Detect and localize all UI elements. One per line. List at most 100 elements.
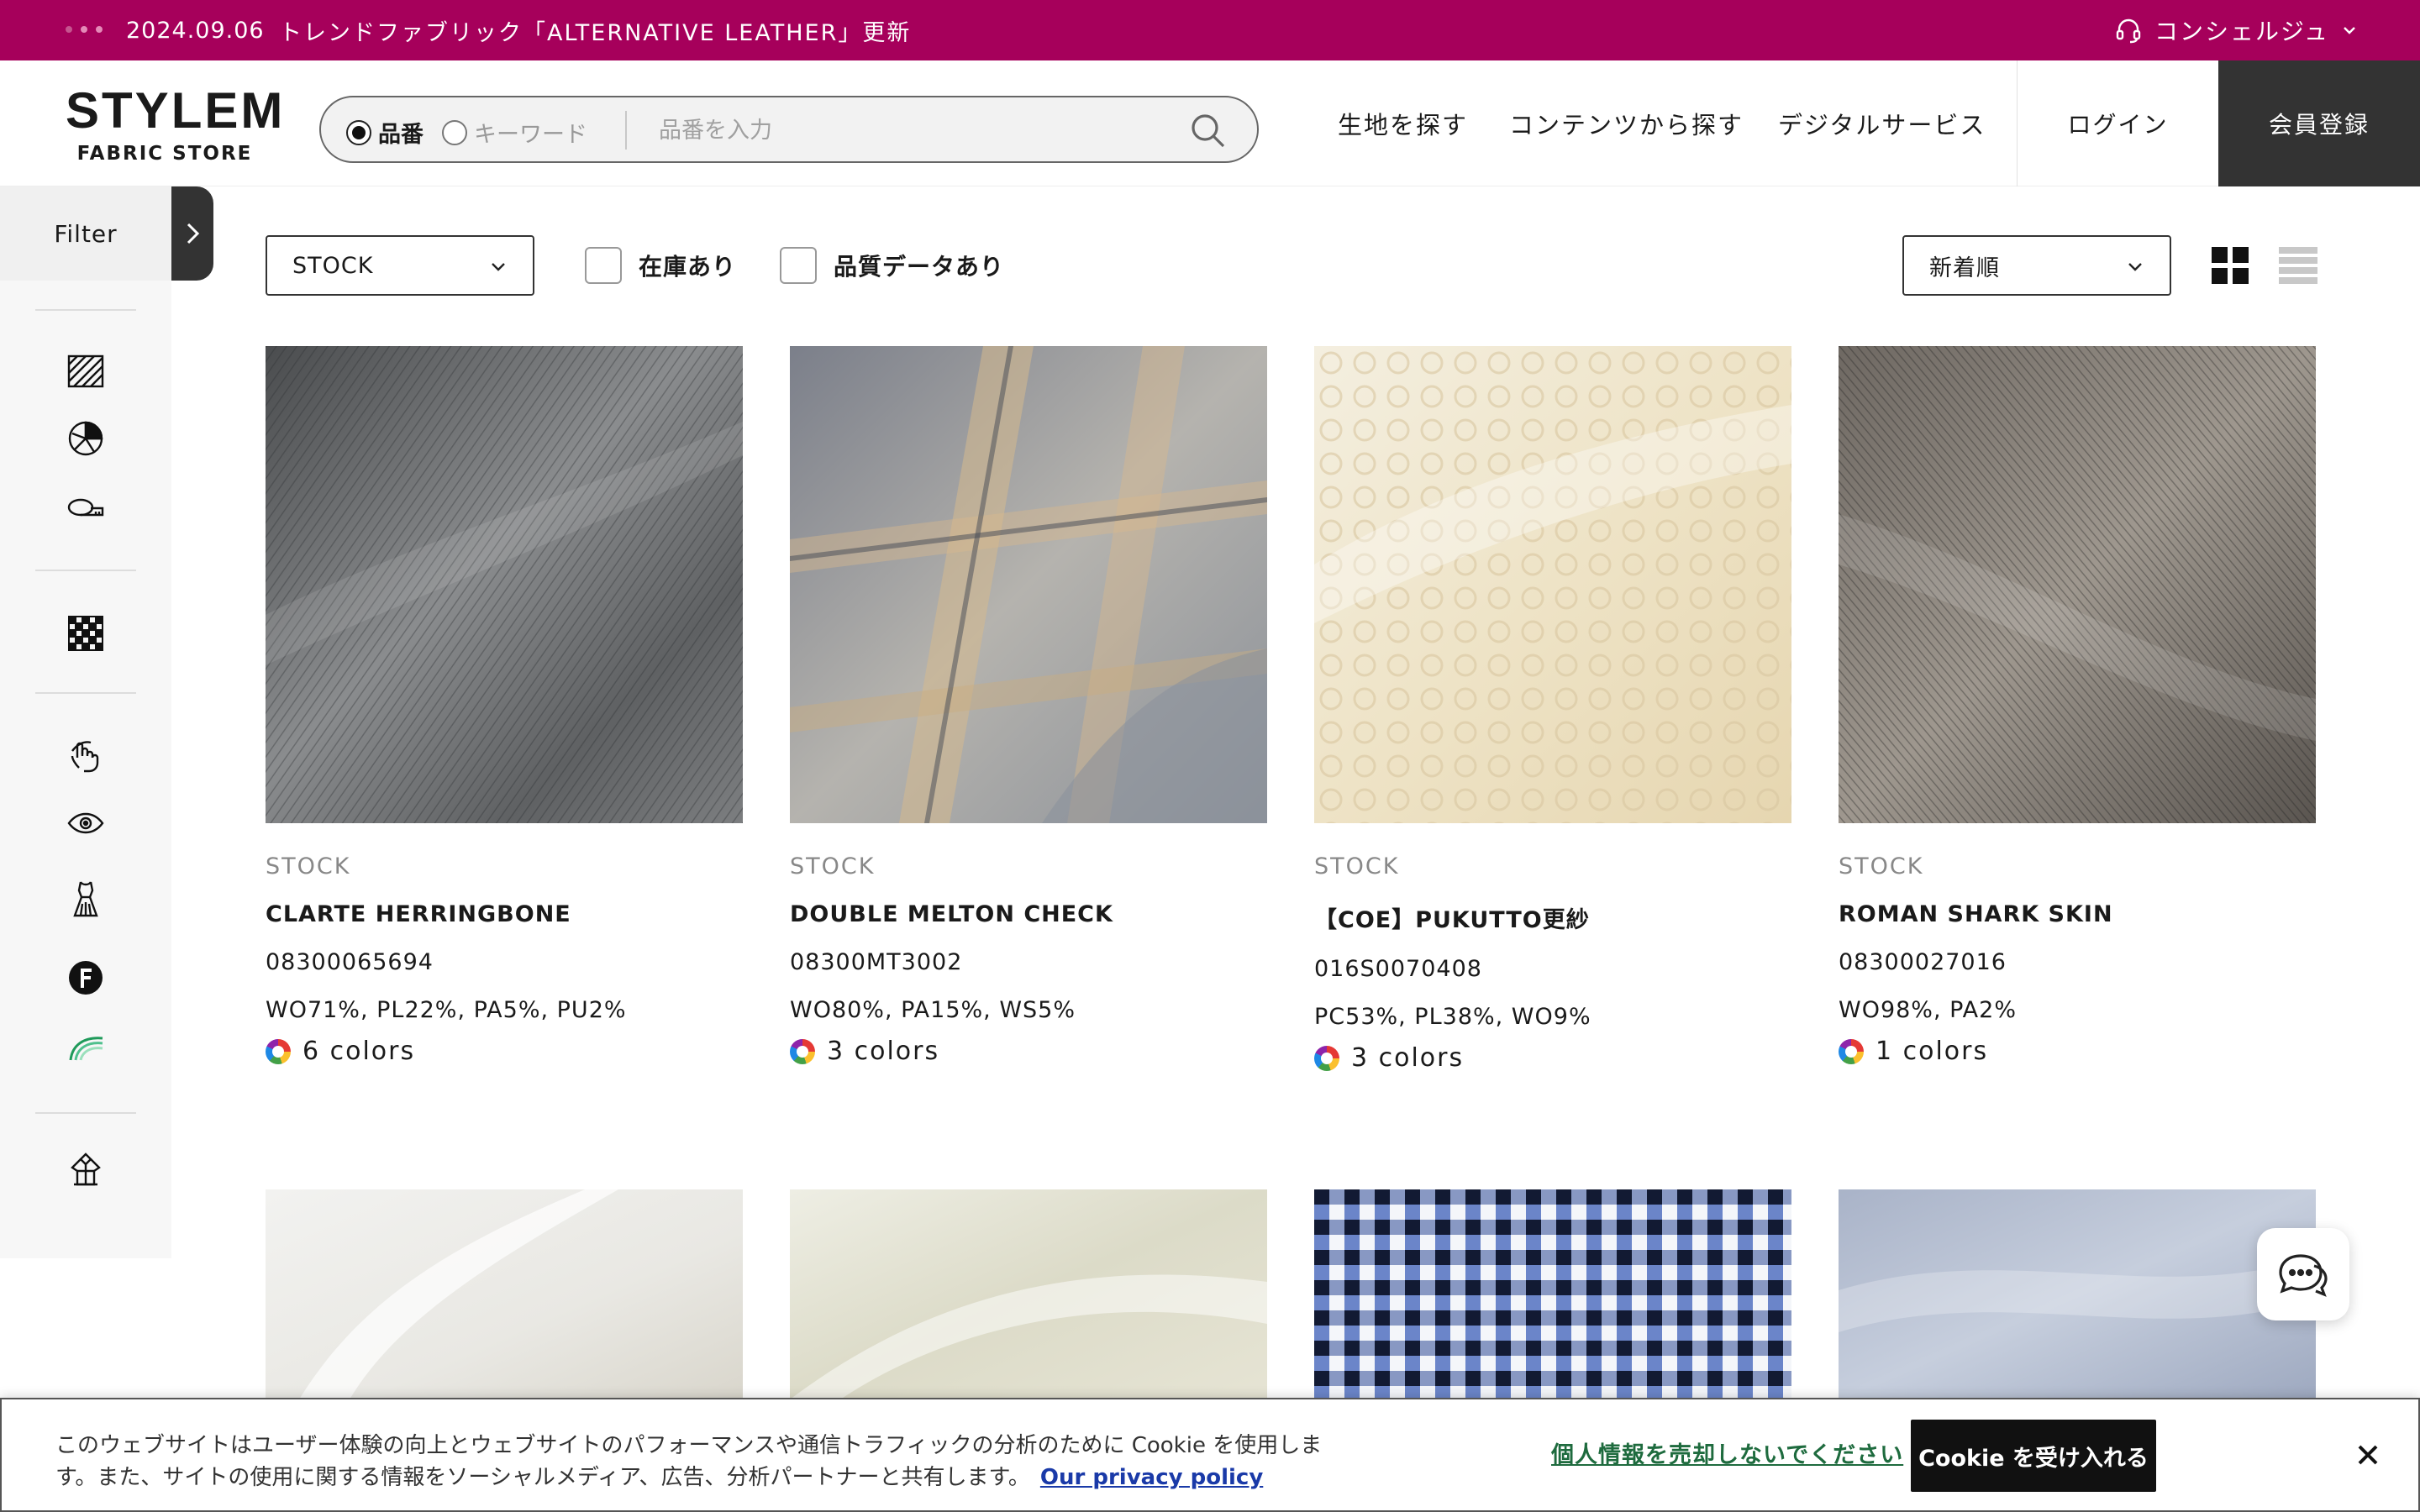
eye-icon[interactable] [66, 803, 106, 843]
announcement-link[interactable]: トレンドファブリック「ALTERNATIVE LEATHER」更新 [279, 14, 911, 47]
carousel-dots[interactable] [66, 26, 103, 33]
category-select[interactable]: STOCK [266, 235, 534, 296]
product-image[interactable] [266, 1189, 743, 1399]
product-card[interactable] [1839, 1189, 2316, 1399]
nav-digital-services[interactable]: デジタルサービス [1778, 60, 1986, 186]
product-composition: WO98%, PA2% [1839, 997, 2017, 1023]
category-select-value: STOCK [292, 252, 374, 279]
search-divider [625, 111, 627, 150]
quality-data-checkbox[interactable]: 品質データあり [780, 247, 1004, 284]
grid-view-icon[interactable] [2212, 247, 2249, 284]
chevron-down-icon [2344, 27, 2355, 34]
site-header: STYLEM FABRIC STORE 品番 キーワード 生地を探す コンテンツ… [0, 60, 2420, 186]
search-mode-part-number-label: 品番 [378, 122, 424, 148]
product-image[interactable] [1314, 346, 1791, 823]
nav-find-by-content[interactable]: コンテンツから探す [1509, 60, 1744, 186]
sidebar-divider [35, 1112, 136, 1114]
sidebar-divider [35, 692, 136, 694]
product-colors-count: 1 colors [1876, 1037, 1989, 1066]
radio-unselected[interactable] [442, 119, 467, 145]
product-image[interactable] [790, 1189, 1267, 1399]
color-ring-icon [1839, 1038, 1864, 1064]
product-card[interactable]: STOCK DOUBLE MELTON CHECK 08300MT3002 WO… [790, 346, 1267, 1066]
fabric-texture-icon[interactable] [66, 351, 106, 391]
list-view-icon[interactable] [2279, 247, 2317, 284]
product-image[interactable] [1314, 1189, 1791, 1399]
chat-button[interactable] [2257, 1228, 2349, 1320]
product-name[interactable]: DOUBLE MELTON CHECK [790, 901, 1267, 927]
product-image[interactable] [790, 346, 1267, 823]
search-mode-keyword[interactable]: キーワード [442, 116, 587, 149]
cookie-banner: このウェブサイトはユーザー体験の向上とウェブサイトのパフォーマンスや通信トラフィ… [0, 1398, 2420, 1512]
announcement-date: 2024.09.06 [126, 17, 265, 44]
product-code: 016S0070408 [1314, 956, 1482, 982]
product-card[interactable] [790, 1189, 1267, 1399]
product-category: STOCK [266, 853, 351, 879]
checkbox-box[interactable] [780, 247, 817, 284]
product-name[interactable]: CLARTE HERRINGBONE [266, 901, 743, 927]
dress-icon[interactable] [66, 879, 106, 919]
radio-selected[interactable] [346, 119, 371, 145]
product-card[interactable]: STOCK ROMAN SHARK SKIN 08300027016 WO98%… [1839, 346, 2316, 1066]
product-image[interactable] [1839, 1189, 2316, 1399]
product-composition: PC53%, PL38%, WO9% [1314, 1004, 1591, 1030]
login-button[interactable]: ログイン [2017, 60, 2218, 186]
search-mode-keyword-label: キーワード [474, 122, 587, 148]
product-colors-count: 6 colors [302, 1037, 416, 1066]
do-not-sell-link[interactable]: 個人情報を売却しないでください [1551, 1436, 1903, 1469]
product-colors: 6 colors [266, 1037, 743, 1066]
privacy-policy-link[interactable]: Our privacy policy [1040, 1465, 1263, 1490]
search-bar: 品番 キーワード [319, 96, 1259, 163]
product-composition: WO71%, PL22%, PA5%, PU2% [266, 997, 627, 1023]
chevron-down-icon [492, 263, 505, 271]
hand-touch-icon[interactable] [66, 734, 106, 774]
in-stock-checkbox[interactable]: 在庫あり [585, 247, 736, 284]
product-name[interactable]: ROMAN SHARK SKIN [1839, 901, 2316, 927]
chevron-right-icon [187, 223, 200, 244]
site-logo[interactable]: STYLEM FABRIC STORE [66, 82, 286, 165]
product-colors-count: 3 colors [1351, 1043, 1465, 1073]
product-card[interactable] [1314, 1189, 1791, 1399]
product-card[interactable]: STOCK 【COE】PUKUTTO更紗 016S0070408 PC53%, … [1314, 346, 1791, 1073]
product-card[interactable] [266, 1189, 743, 1399]
product-image[interactable] [266, 346, 743, 823]
concierge-menu[interactable]: コンシェルジュ [2114, 13, 2358, 47]
product-image[interactable] [1839, 346, 2316, 823]
filter-label: Filter [54, 219, 118, 248]
logo-main: STYLEM [66, 82, 286, 139]
sort-select[interactable]: 新着順 [1902, 235, 2171, 296]
concierge-label: コンシェルジュ [2154, 18, 2329, 45]
product-code: 08300MT3002 [790, 949, 963, 975]
measuring-tape-icon[interactable] [66, 487, 106, 528]
product-colors-count: 3 colors [827, 1037, 940, 1066]
close-icon[interactable] [2351, 1438, 2385, 1472]
product-composition: WO80%, PA15%, WS5% [790, 997, 1076, 1023]
product-colors: 1 colors [1839, 1037, 2316, 1066]
swoosh-icon[interactable] [66, 1026, 106, 1067]
garment-icon[interactable] [66, 1151, 106, 1191]
chat-icon [2279, 1254, 2328, 1297]
search-input[interactable] [657, 109, 1128, 151]
product-category: STOCK [1314, 853, 1400, 879]
product-code: 08300065694 [266, 949, 434, 975]
announcement-bar: 2024.09.06 トレンドファブリック「ALTERNATIVE LEATHE… [0, 0, 2420, 60]
product-name[interactable]: 【COE】PUKUTTO更紗 [1314, 901, 1791, 934]
accept-cookies-button[interactable]: Cookie を受け入れる [1911, 1420, 2156, 1492]
search-mode-part-number[interactable]: 品番 [346, 116, 424, 149]
checkbox-box[interactable] [585, 247, 622, 284]
product-card[interactable]: STOCK CLARTE HERRINGBONE 08300065694 WO7… [266, 346, 743, 1066]
quality-data-label: 品質データあり [834, 253, 1005, 281]
cookie-text: このウェブサイトはユーザー体験の向上とウェブサイトのパフォーマンスや通信トラフィ… [55, 1430, 1333, 1494]
product-colors: 3 colors [790, 1037, 1267, 1066]
check-pattern-icon[interactable] [66, 613, 106, 654]
sort-select-value: 新着順 [1929, 255, 2000, 281]
product-colors: 3 colors [1314, 1043, 1791, 1073]
filter-sidebar [0, 281, 171, 1258]
search-icon[interactable] [1188, 111, 1227, 150]
pie-chart-icon[interactable] [66, 418, 106, 459]
filter-toggle-button[interactable] [171, 186, 213, 281]
nav-find-fabric[interactable]: 生地を探す [1338, 60, 1468, 186]
register-button[interactable]: 会員登録 [2218, 60, 2420, 186]
filter-tab[interactable]: Filter [0, 186, 171, 281]
f-badge-icon[interactable] [66, 958, 106, 998]
